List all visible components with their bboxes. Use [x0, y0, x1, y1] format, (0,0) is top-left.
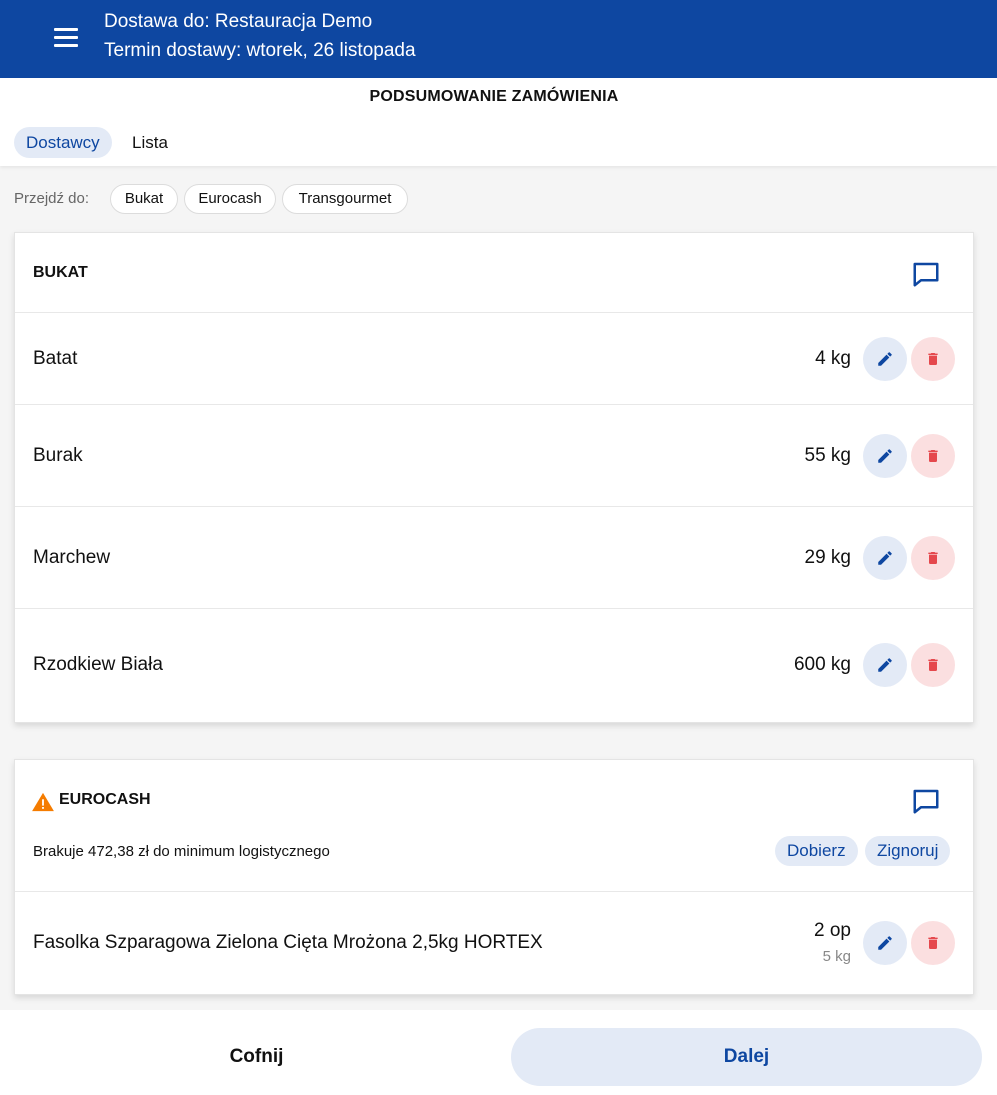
supplier-header: BUKAT — [15, 233, 973, 313]
order-item-row: Burak 55 kg — [15, 405, 973, 507]
trash-icon[interactable] — [911, 433, 955, 478]
menu-icon[interactable] — [44, 16, 88, 60]
jump-chip-transgourmet[interactable]: Transgourmet — [282, 184, 408, 214]
order-item-row: Batat 4 kg — [15, 313, 973, 405]
supplier-header: EUROCASH Brakuje 472,38 zł do minimum lo… — [15, 760, 973, 892]
trash-icon[interactable] — [911, 643, 955, 687]
delivery-destination: Dostawa do: Restauracja Demo — [104, 11, 373, 32]
comment-icon[interactable] — [911, 786, 941, 816]
jump-to-label: Przejdź do: — [14, 190, 90, 207]
pencil-icon[interactable] — [863, 535, 907, 580]
tab-suppliers[interactable]: Dostawcy — [14, 127, 112, 158]
next-button[interactable]: Dalej — [511, 1028, 982, 1086]
pencil-icon[interactable] — [863, 336, 907, 381]
item-name: Marchew — [33, 546, 111, 568]
comment-icon[interactable] — [911, 259, 941, 289]
item-name: Burak — [33, 444, 83, 466]
pencil-icon[interactable] — [863, 433, 907, 478]
footer-actions: Cofnij Dalej — [0, 1010, 997, 1095]
item-quantity: 29 kg — [804, 546, 851, 568]
warning-icon — [32, 792, 54, 812]
order-item-row: Marchew 29 kg — [15, 507, 973, 609]
item-quantity: 2 op — [814, 920, 851, 941]
order-item-row: Fasolka Szparagowa Zielona Cięta Mrożona… — [15, 892, 973, 994]
item-quantity: 600 kg — [793, 654, 851, 675]
trash-icon[interactable] — [911, 336, 955, 381]
item-name: Rzodkiew Biała — [33, 654, 163, 675]
pencil-icon[interactable] — [863, 643, 907, 687]
summary-header: PODSUMOWANIE ZAMÓWIENIA Dostawcy Lista — [0, 78, 997, 166]
logistic-minimum-warning: Brakuje 472,38 zł do minimum logistyczne… — [33, 843, 330, 860]
supplier-card-bukat: BUKAT Batat 4 kg Burak 55 kg Marchew 29 … — [14, 232, 974, 723]
delivery-date: Termin dostawy: wtorek, 26 listopada — [104, 40, 416, 61]
supplier-name: EUROCASH — [59, 791, 151, 808]
ignore-button[interactable]: Zignoruj — [865, 836, 951, 866]
pencil-icon[interactable] — [863, 921, 907, 965]
trash-icon[interactable] — [911, 535, 955, 580]
item-name: Fasolka Szparagowa Zielona Cięta Mrożona… — [33, 932, 543, 953]
order-item-row: Rzodkiew Biała 600 kg — [15, 609, 973, 721]
item-name: Batat — [33, 347, 78, 369]
item-sub-quantity: 5 kg — [822, 948, 851, 965]
trash-icon[interactable] — [911, 921, 955, 965]
app-header: Dostawa do: Restauracja Demo Termin dost… — [0, 0, 997, 78]
supplier-name: BUKAT — [33, 264, 88, 281]
tab-list[interactable]: Lista — [120, 127, 180, 158]
item-quantity: 55 kg — [804, 444, 851, 466]
page-title: PODSUMOWANIE ZAMÓWIENIA — [369, 88, 619, 105]
supplier-card-eurocash: EUROCASH Brakuje 472,38 zł do minimum lo… — [14, 759, 974, 995]
jump-chip-bukat[interactable]: Bukat — [110, 184, 178, 214]
jump-chip-eurocash[interactable]: Eurocash — [184, 184, 276, 214]
back-button[interactable]: Cofnij — [14, 1028, 499, 1086]
item-quantity: 4 kg — [815, 347, 851, 369]
add-more-button[interactable]: Dobierz — [775, 836, 858, 866]
